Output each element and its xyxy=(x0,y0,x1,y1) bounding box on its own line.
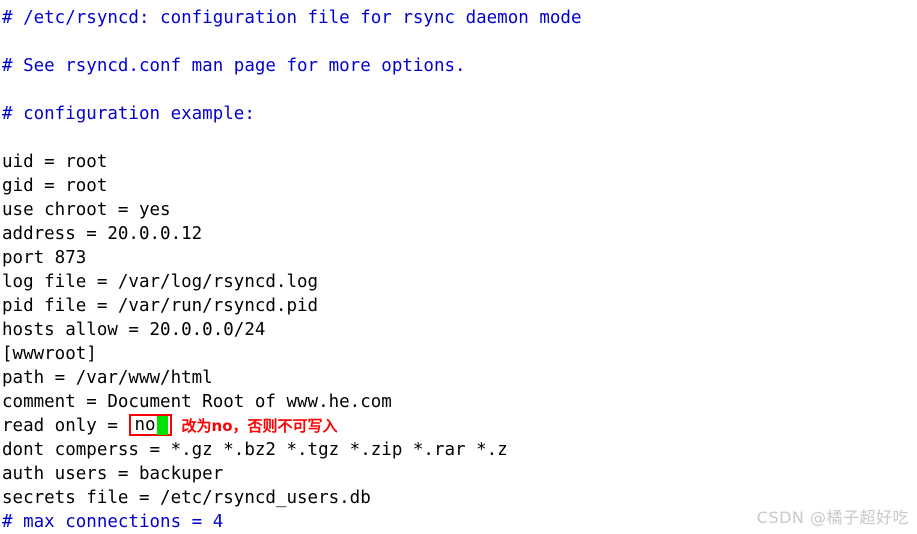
watermark-label: CSDN @橘子超好吃 xyxy=(756,508,909,527)
read-only-value: no xyxy=(134,415,156,435)
code-line: path = /var/www/html xyxy=(2,368,213,388)
code-line: pid file = /var/run/rsyncd.pid xyxy=(2,296,319,316)
code-line: # configuration example: xyxy=(2,104,255,124)
code-line: # See rsyncd.conf man page for more opti… xyxy=(2,56,466,76)
read-only-setting-row[interactable]: read only = no 改为no，否则不可写入 xyxy=(0,414,917,438)
code-line: gid = root xyxy=(2,176,108,196)
read-only-key-label: read only = xyxy=(2,416,129,436)
code-line: port 873 xyxy=(2,248,87,268)
text-editor-pane[interactable]: # /etc/rsyncd: configuration file for rs… xyxy=(0,0,917,534)
code-line: use chroot = yes xyxy=(2,200,171,220)
code-line: uid = root xyxy=(2,152,108,172)
text-cursor xyxy=(156,415,168,435)
annotation-text: 改为no，否则不可写入 xyxy=(181,417,338,435)
code-line: address = 20.0.0.12 xyxy=(2,224,203,244)
read-only-value-highlight-box[interactable]: no xyxy=(129,414,172,436)
code-line: hosts allow = 20.0.0.0/24 xyxy=(2,320,266,340)
code-line: log file = /var/log/rsyncd.log xyxy=(2,272,319,292)
editor-lines-before: # /etc/rsyncd: configuration file for rs… xyxy=(0,6,917,414)
code-line: comment = Document Root of www.he.com xyxy=(2,392,392,412)
code-line: auth users = backuper xyxy=(2,464,224,484)
code-line: [wwwroot] xyxy=(2,344,97,364)
code-line: # /etc/rsyncd: configuration file for rs… xyxy=(2,8,582,28)
code-line: dont comperss = *.gz *.bz2 *.tgz *.zip *… xyxy=(2,440,508,460)
